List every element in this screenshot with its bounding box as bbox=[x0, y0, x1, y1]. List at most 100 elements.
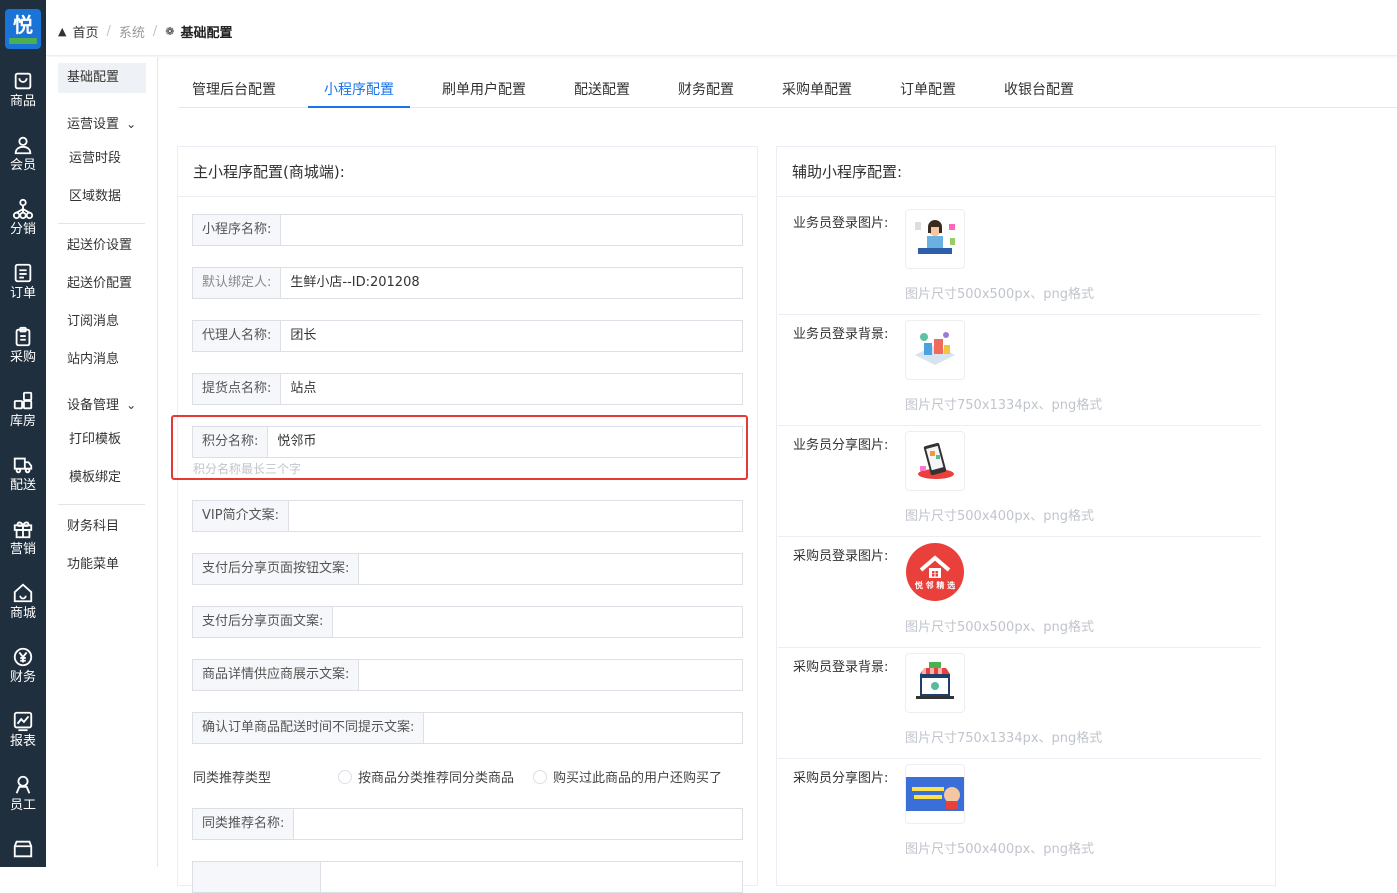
breadcrumb-separator: / bbox=[106, 24, 111, 39]
bag-icon bbox=[14, 72, 32, 90]
radio-label: 购买过此商品的用户还购买了 bbox=[553, 771, 723, 786]
tab-delivery-config[interactable]: 配送配置 bbox=[574, 76, 630, 108]
tab-finance-config[interactable]: 财务配置 bbox=[678, 76, 734, 108]
tab-miniapp-config[interactable]: 小程序配置 bbox=[308, 76, 410, 108]
rail-item-delivery[interactable]: 配送 bbox=[0, 454, 46, 518]
field-label: 支付后分享页面按钮文案: bbox=[193, 554, 360, 584]
field-value[interactable]: 站点 bbox=[281, 374, 316, 404]
aux-row-buyer-login-bg: 采购员登录背景: 图片尺寸750x1334px、png格式 bbox=[778, 648, 1261, 759]
gear-icon: ❁ bbox=[165, 25, 175, 38]
tab-fake-user-config[interactable]: 刷单用户配置 bbox=[442, 76, 526, 108]
field-value[interactable] bbox=[359, 660, 368, 690]
tab-order-config[interactable]: 订单配置 bbox=[900, 76, 956, 108]
field-value[interactable] bbox=[294, 809, 303, 839]
side-group-operations[interactable]: 运营设置 ⌄ bbox=[58, 113, 136, 132]
isometric-store-icon bbox=[915, 332, 955, 365]
rail-item-goods[interactable]: 商品 bbox=[0, 70, 46, 134]
radio-circle[interactable] bbox=[533, 769, 547, 784]
side-item-min-price-setting[interactable]: 起送价设置 bbox=[58, 231, 146, 261]
rail-item-reports[interactable]: 报表 bbox=[0, 710, 46, 774]
recommend-option-category[interactable]: 按商品分类推荐同分类商品 bbox=[338, 767, 514, 786]
rail-item-orders[interactable]: 订单 bbox=[0, 262, 46, 326]
field-value[interactable] bbox=[281, 215, 290, 245]
rail-item-finance[interactable]: 财务 bbox=[0, 646, 46, 710]
side-item-min-price-config[interactable]: 起送价配置 bbox=[58, 269, 146, 299]
image-upload-thumb[interactable] bbox=[905, 320, 965, 380]
side-item-subscribe-msg[interactable]: 订阅消息 bbox=[58, 307, 146, 337]
side-group-label: 设备管理 bbox=[67, 398, 120, 413]
image-upload-thumb[interactable] bbox=[905, 653, 965, 713]
aux-hint: 图片尺寸750x1334px、png格式 bbox=[905, 731, 1103, 746]
aux-hint: 图片尺寸750x1334px、png格式 bbox=[905, 398, 1103, 413]
rail-label: 商城 bbox=[9, 606, 36, 621]
rail-label: 分销 bbox=[9, 222, 36, 237]
yuelin-logo-icon bbox=[906, 543, 964, 601]
salesman-illustration-icon bbox=[915, 220, 955, 254]
default-binder-field[interactable]: 默认绑定人: 生鲜小店--ID:201208 bbox=[192, 267, 743, 299]
miniapp-name-field[interactable]: 小程序名称: bbox=[192, 214, 743, 246]
rail-item-mall[interactable]: 商城 bbox=[0, 582, 46, 646]
rail-item-warehouse[interactable]: 库房 bbox=[0, 390, 46, 454]
field-label: 商品详情供应商展示文案: bbox=[193, 660, 360, 690]
aux-row-buyer-login-image: 采购员登录图片: 悦 邻 精 选 图片尺寸500x500px、png格式 bbox=[778, 537, 1261, 648]
rail-item-staff[interactable]: 员工 bbox=[0, 774, 46, 838]
field-value[interactable] bbox=[424, 713, 433, 743]
breadcrumb-home[interactable]: 首页 bbox=[72, 22, 98, 41]
aux-label: 采购员登录图片: bbox=[793, 549, 889, 564]
rail-label: 会员 bbox=[9, 158, 36, 173]
image-upload-thumb[interactable] bbox=[905, 209, 965, 269]
side-item-print-template[interactable]: 打印模板 bbox=[58, 425, 146, 455]
recommend-option-also-bought[interactable]: 购买过此商品的用户还购买了 bbox=[533, 767, 722, 786]
home-icon: ▲ bbox=[58, 25, 67, 38]
side-item-finance-subject[interactable]: 财务科目 bbox=[58, 512, 146, 542]
side-item-template-bind[interactable]: 模板绑定 bbox=[58, 463, 146, 493]
side-item-basic-config[interactable]: 基础配置 bbox=[58, 63, 146, 93]
side-item-hours[interactable]: 运营时段 bbox=[58, 144, 146, 174]
share-page-text-field[interactable]: 支付后分享页面文案: bbox=[192, 606, 743, 638]
field-value[interactable]: 团长 bbox=[281, 321, 316, 351]
field-label: 支付后分享页面文案: bbox=[193, 607, 334, 637]
field-value[interactable] bbox=[289, 501, 298, 531]
image-upload-thumb[interactable] bbox=[905, 431, 965, 491]
field-value[interactable]: 生鲜小店--ID:201208 bbox=[281, 268, 419, 298]
document-icon bbox=[14, 263, 32, 283]
rail-item-members[interactable]: 会员 bbox=[0, 134, 46, 198]
grid-icon bbox=[13, 391, 33, 410]
side-item-function-menu[interactable]: 功能菜单 bbox=[58, 550, 146, 580]
vip-intro-field[interactable]: VIP简介文案: bbox=[192, 500, 743, 532]
side-group-devices[interactable]: 设备管理 ⌄ bbox=[58, 394, 136, 413]
pickup-point-name-field[interactable]: 提货点名称: 站点 bbox=[192, 373, 743, 405]
next-field[interactable] bbox=[192, 861, 743, 893]
rail-item-purchase[interactable]: 采购 bbox=[0, 326, 46, 390]
field-value[interactable] bbox=[359, 554, 368, 584]
tab-purchase-config[interactable]: 采购单配置 bbox=[782, 76, 852, 108]
breadcrumb: ▲ 首页 / 系统 / ❁ 基础配置 bbox=[58, 22, 233, 41]
tab-admin-config[interactable]: 管理后台配置 bbox=[192, 76, 276, 108]
nav-rail: 悦 商品 会员 分销 订单 采购 库房 配送 营销 商城 财务 报表 员工 bbox=[0, 0, 46, 867]
field-label: 小程序名称: bbox=[193, 215, 282, 245]
rail-item-store[interactable] bbox=[0, 838, 46, 867]
phone-shop-icon bbox=[918, 442, 954, 479]
radio-circle[interactable] bbox=[338, 769, 352, 784]
agent-name-field[interactable]: 代理人名称: 团长 bbox=[192, 320, 743, 352]
supplier-display-text-field[interactable]: 商品详情供应商展示文案: bbox=[192, 659, 743, 691]
image-upload-thumb[interactable] bbox=[905, 764, 965, 824]
side-item-region[interactable]: 区域数据 bbox=[58, 182, 146, 212]
aux-row-buyer-share-image: 采购员分享图片: 图片尺寸500x400px、png格式 bbox=[778, 759, 1261, 870]
rail-item-distribution[interactable]: 分销 bbox=[0, 198, 46, 262]
side-item-site-msg[interactable]: 站内消息 bbox=[58, 345, 146, 375]
tab-cashier-config[interactable]: 收银台配置 bbox=[1004, 76, 1074, 108]
breadcrumb-system[interactable]: 系统 bbox=[119, 22, 145, 41]
share-button-text-field[interactable]: 支付后分享页面按钮文案: bbox=[192, 553, 743, 585]
breadcrumb-separator: / bbox=[152, 24, 158, 39]
rail-item-marketing[interactable]: 营销 bbox=[0, 518, 46, 582]
recommend-name-field[interactable]: 同类推荐名称: bbox=[192, 808, 743, 840]
app-logo[interactable]: 悦 bbox=[5, 9, 41, 49]
delivery-time-tip-field[interactable]: 确认订单商品配送时间不同提示文案: bbox=[192, 712, 743, 744]
field-value[interactable] bbox=[333, 607, 342, 637]
field-label: 确认订单商品配送时间不同提示文案: bbox=[193, 713, 425, 743]
rail-label: 报表 bbox=[9, 734, 36, 749]
rail-label: 商品 bbox=[9, 94, 36, 109]
image-upload-thumb[interactable]: 悦 邻 精 选 bbox=[905, 542, 965, 602]
laptop-store-icon bbox=[916, 662, 954, 699]
